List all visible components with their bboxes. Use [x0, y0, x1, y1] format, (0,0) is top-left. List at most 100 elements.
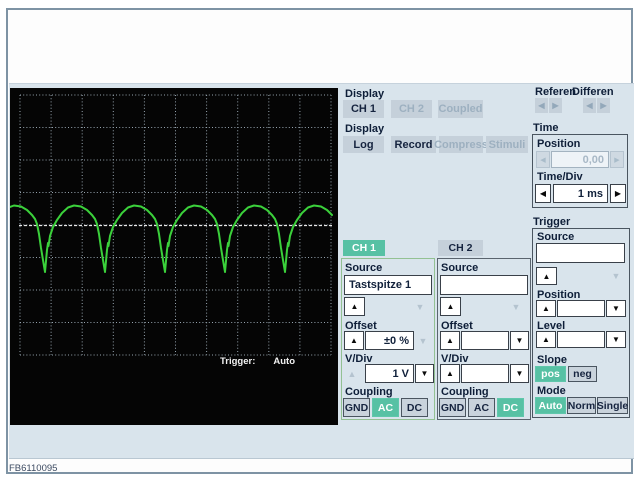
arrow-down-icon: ▼	[420, 369, 429, 378]
ch2-source-field[interactable]	[440, 275, 528, 295]
ch2-offset-field[interactable]	[461, 331, 509, 350]
timediv-field[interactable]: 1 ms	[553, 184, 608, 203]
ch1-coupling-ac-button[interactable]: AC	[372, 398, 399, 417]
timediv-label: Time/Div	[537, 171, 583, 183]
ch1-coupling-gnd-button[interactable]: GND	[343, 398, 370, 417]
timediv-increase-button[interactable]: ▶	[610, 184, 626, 203]
mode-norm-button[interactable]: Norm	[567, 397, 596, 414]
ch2-source-up-button[interactable]: ▲	[440, 297, 461, 316]
ch2-source-label: Source	[441, 262, 479, 274]
arrow-up-icon: ▲	[446, 336, 454, 345]
arrow-down-icon: ▼	[511, 302, 521, 312]
chevron-right-icon: ▶	[552, 101, 559, 110]
ch1-source-up-button[interactable]: ▲	[344, 297, 365, 316]
trigger-source-down-button[interactable]: ▼	[607, 269, 625, 283]
ch1-source-field[interactable]: Tastspitze 1	[344, 275, 432, 295]
trigger-status-label: Trigger:	[220, 356, 256, 367]
display-channels-label: Display	[345, 88, 385, 100]
ch1-vdiv-field[interactable]: 1 V	[365, 364, 414, 383]
figure-code: FB6110095	[9, 463, 58, 474]
arrow-up-icon: ▲	[542, 271, 551, 281]
display-ch2-button[interactable]: CH 2	[391, 100, 432, 118]
trigger-position-field[interactable]	[557, 300, 605, 317]
stimuli-button[interactable]: Stimuli	[486, 136, 528, 153]
tab-ch1[interactable]: CH 1	[343, 240, 385, 256]
mode-auto-button[interactable]: Auto	[535, 397, 566, 414]
reference-prev-button[interactable]: ◀	[535, 98, 548, 113]
ch2-coupling-gnd-button[interactable]: GND	[439, 398, 466, 417]
trigger-slope-label: Slope	[537, 354, 567, 366]
display-ch1-button[interactable]: CH 1	[343, 100, 384, 118]
page: Trigger: Auto Display CH 1 CH 2 Coupled …	[0, 0, 643, 486]
chevron-left-icon: ◀	[538, 101, 545, 110]
time-position-left-button[interactable]: ◀	[536, 151, 550, 168]
trigger-mode-label: Mode	[537, 385, 566, 397]
slope-pos-button[interactable]: pos	[535, 366, 566, 382]
oscilloscope-display: Trigger: Auto	[10, 88, 338, 425]
arrow-down-icon: ▼	[415, 302, 425, 312]
chevron-right-icon: ▶	[600, 101, 607, 110]
arrow-up-icon: ▲	[446, 302, 455, 311]
arrow-right-icon: ▶	[614, 156, 620, 164]
arrow-up-icon: ▲	[446, 369, 454, 378]
ch1-vdiv-down-button[interactable]: ▼	[415, 364, 434, 383]
difference-next-button[interactable]: ▶	[597, 98, 610, 113]
time-group-label: Time	[533, 122, 559, 134]
arrow-down-icon: ▼	[612, 335, 620, 344]
chevron-left-icon: ◀	[586, 101, 593, 110]
arrow-up-icon: ▲	[350, 302, 359, 311]
scope-canvas	[10, 94, 333, 356]
trigger-source-label: Source	[537, 231, 575, 243]
ch1-offset-field[interactable]: ±0 %	[365, 331, 414, 350]
arrow-down-icon: ▼	[612, 304, 620, 313]
arrow-left-icon: ◀	[540, 156, 546, 164]
arrow-down-icon: ▼	[515, 336, 524, 345]
ch2-coupling-label: Coupling	[441, 386, 489, 398]
arrow-up-icon: ▲	[350, 336, 358, 345]
record-button[interactable]: Record	[391, 136, 436, 153]
mode-single-button[interactable]: Single	[597, 397, 628, 414]
ch2-coupling-ac-button[interactable]: AC	[468, 398, 495, 417]
reference-next-button[interactable]: ▶	[549, 98, 562, 113]
ch2-offset-up-button[interactable]: ▲	[440, 331, 460, 350]
trigger-level-up-button[interactable]: ▲	[536, 331, 556, 348]
arrow-up-icon: ▲	[542, 335, 550, 344]
trigger-position-up-button[interactable]: ▲	[536, 300, 556, 317]
ch2-source-down-button[interactable]: ▼	[508, 300, 524, 314]
arrow-right-icon: ▶	[614, 189, 622, 198]
arrow-down-icon: ▼	[611, 271, 621, 281]
ch2-offset-down-button[interactable]: ▼	[510, 331, 529, 350]
ch1-offset-down-button[interactable]: ▼	[416, 334, 430, 347]
arrow-left-icon: ◀	[539, 189, 547, 198]
ch2-coupling-dc-button[interactable]: DC	[497, 398, 524, 417]
ch1-coupling-label: Coupling	[345, 386, 393, 398]
tab-ch2[interactable]: CH 2	[438, 240, 483, 256]
log-button[interactable]: Log	[343, 136, 384, 153]
trigger-status-value: Auto	[273, 356, 296, 367]
time-position-field[interactable]: 0,00	[551, 151, 609, 168]
trigger-level-down-button[interactable]: ▼	[606, 331, 626, 348]
trigger-source-field[interactable]	[536, 243, 625, 263]
ch1-offset-up-button[interactable]: ▲	[344, 331, 364, 350]
ch2-vdiv-down-button[interactable]: ▼	[510, 364, 529, 383]
trigger-source-up-button[interactable]: ▲	[536, 267, 557, 285]
time-position-right-button[interactable]: ▶	[610, 151, 624, 168]
difference-label: Differen	[572, 86, 614, 98]
ch1-source-down-button[interactable]: ▼	[412, 300, 428, 314]
ch1-source-label: Source	[345, 262, 383, 274]
difference-prev-button[interactable]: ◀	[583, 98, 596, 113]
compress-button[interactable]: Compress	[434, 136, 488, 153]
ch1-coupling-dc-button[interactable]: DC	[401, 398, 428, 417]
timediv-decrease-button[interactable]: ◀	[535, 184, 551, 203]
display-coupled-button[interactable]: Coupled	[438, 100, 483, 118]
trigger-level-field[interactable]	[557, 331, 605, 348]
trigger-position-down-button[interactable]: ▼	[606, 300, 626, 317]
time-position-label: Position	[537, 138, 581, 150]
arrow-down-icon: ▼	[418, 335, 428, 346]
ch2-vdiv-up-button[interactable]: ▲	[440, 364, 460, 383]
ch1-vdiv-up-button[interactable]: ▲	[345, 367, 359, 380]
ch2-vdiv-field[interactable]	[461, 364, 509, 383]
trigger-group-label: Trigger	[533, 216, 571, 228]
slope-neg-button[interactable]: neg	[568, 366, 597, 382]
display-modes-label: Display	[345, 123, 385, 135]
